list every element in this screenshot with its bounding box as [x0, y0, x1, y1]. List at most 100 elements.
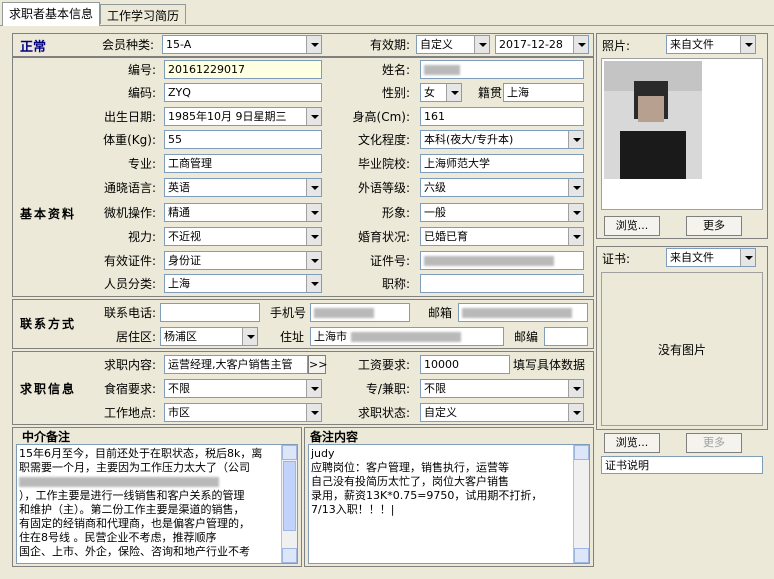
gender-select[interactable]: 女	[420, 83, 462, 102]
location-select[interactable]: 市区	[164, 403, 322, 422]
email-label: 邮箱	[427, 306, 452, 320]
school-field[interactable]: 上海师范大学	[420, 154, 584, 173]
gender-label: 性别:	[381, 86, 410, 100]
appearance-select[interactable]: 一般	[420, 203, 584, 222]
language-select[interactable]: 英语	[164, 178, 322, 197]
certificate-browse-button[interactable]: 浏览...	[604, 433, 660, 453]
language-label: 通晓语言:	[103, 181, 156, 195]
parttime-label: 专/兼职:	[365, 382, 410, 396]
vision-select[interactable]: 不近视	[164, 227, 322, 246]
location-label: 工作地点:	[103, 406, 156, 420]
board-select[interactable]: 不限	[164, 379, 322, 398]
member-select[interactable]: 15-A	[162, 35, 322, 54]
certificate-no-label: 证件号:	[369, 254, 410, 268]
category-select[interactable]: 上海	[164, 274, 322, 293]
agent-note-scrollbar[interactable]	[281, 445, 297, 563]
job-state-select[interactable]: 自定义	[420, 403, 584, 422]
status-label: 正常	[20, 40, 47, 55]
height-label: 身高(Cm):	[352, 110, 410, 124]
tab-label: 工作学习简历	[107, 9, 180, 23]
major-label: 专业:	[127, 157, 156, 171]
certificate-more-button[interactable]: 更多	[686, 433, 742, 453]
certificate-type-label: 有效证件:	[103, 254, 156, 268]
weight-field[interactable]: 55	[164, 130, 322, 149]
scroll-up-icon[interactable]	[574, 445, 589, 460]
note-line: 有固定的经销商和代理商，也是偏客户管理的，	[19, 517, 250, 530]
certificate-no-field[interactable]	[420, 251, 584, 270]
job-content-field[interactable]: 运营经理,大客户销售主管	[164, 355, 308, 374]
remark-line: judy	[311, 447, 335, 460]
job-state-label: 求职状态:	[357, 406, 410, 420]
photo-browse-button[interactable]: 浏览...	[604, 216, 660, 236]
marital-label: 婚育状况:	[357, 230, 410, 244]
scroll-thumb[interactable]	[283, 461, 296, 531]
note-line: 和维护（主）。第二份工作主要是渠道的销售，	[19, 503, 245, 516]
certificate-type-select[interactable]: 身份证	[164, 251, 322, 270]
hometown-field[interactable]: 上海	[503, 83, 584, 102]
remark-line: 自己没有投简历太忙了，岗位大客户销售	[311, 475, 509, 488]
id-field[interactable]: 20161229017	[164, 60, 322, 79]
photo-image	[604, 61, 702, 179]
birth-date-picker[interactable]: 1985年10月 9日星期三	[164, 107, 322, 126]
board-label: 食宿要求:	[103, 382, 156, 396]
certificate-frame: 没有图片	[601, 272, 763, 426]
zip-field[interactable]	[544, 327, 588, 346]
language-level-select[interactable]: 六级	[420, 178, 584, 197]
photo-more-button[interactable]: 更多	[686, 216, 742, 236]
note-line: 住在8号线 。民营企业不考虑，推荐顺序	[19, 531, 217, 544]
scroll-up-icon[interactable]	[282, 445, 297, 460]
birth-label: 出生日期:	[103, 110, 156, 124]
code-label: 编码:	[127, 86, 156, 100]
address-field[interactable]: 上海市	[310, 327, 504, 346]
category-label: 人员分类:	[103, 277, 156, 291]
district-label: 居住区:	[115, 330, 156, 344]
computer-skill-label: 微机操作:	[103, 206, 156, 220]
mobile-field[interactable]	[310, 303, 410, 322]
marital-select[interactable]: 已婚已育	[420, 227, 584, 246]
remark-line: 7/13入职！！！|	[311, 503, 395, 516]
computer-skill-select[interactable]: 精通	[164, 203, 322, 222]
weight-label: 体重(Kg):	[103, 133, 156, 147]
job-title-field[interactable]	[420, 274, 584, 293]
scroll-down-icon[interactable]	[282, 548, 297, 563]
validity-mode-select[interactable]: 自定义	[416, 35, 490, 54]
section-basic-title: 基本资料	[19, 207, 76, 221]
scroll-down-icon[interactable]	[574, 548, 589, 563]
phone-field[interactable]	[160, 303, 260, 322]
job-content-more-button[interactable]: >>	[308, 355, 327, 374]
id-label: 编号:	[127, 63, 156, 77]
tab-work-history[interactable]: 工作学习简历	[100, 4, 187, 24]
remark-textarea[interactable]: judy 应聘岗位：客户管理，销售执行，运营等 自己没有投简历太忙了，岗位大客户…	[308, 444, 590, 564]
note-line: ），工作主要是进行一线销售和客户关系的管理	[19, 489, 245, 502]
address-label: 住址	[279, 330, 304, 344]
photo-source-select[interactable]: 来自文件	[666, 35, 756, 54]
certificate-label: 证书:	[602, 252, 631, 266]
agent-note-textarea[interactable]: 15年6月至今，目前还处于在职状态，税后8k，离 职需要一个月，主要因为工作压力…	[16, 444, 298, 564]
parttime-select[interactable]: 不限	[420, 379, 584, 398]
education-label: 文化程度:	[357, 133, 410, 147]
certificate-caption-field[interactable]: 证书说明	[601, 456, 763, 474]
remark-line: 录用，薪资13K*0.75=9750，试用期不打折，	[311, 489, 543, 502]
name-field[interactable]	[420, 60, 584, 79]
section-job-title: 求职信息	[19, 382, 76, 396]
salary-field[interactable]: 10000	[420, 355, 510, 374]
note-line: 国企、上市、外企，保险、咨询和地产行业不考	[19, 545, 250, 558]
salary-note: 填写具体数据	[513, 358, 586, 372]
code-field[interactable]: ZYQ	[164, 83, 322, 102]
email-field[interactable]	[458, 303, 588, 322]
job-title-label: 职称:	[381, 277, 410, 291]
education-select[interactable]: 本科(夜大/专升本)	[420, 130, 584, 149]
major-field[interactable]: 工商管理	[164, 154, 322, 173]
district-select[interactable]: 杨浦区	[160, 327, 258, 346]
tab-basic-info[interactable]: 求职者基本信息	[2, 2, 101, 26]
section-contact-title: 联系方式	[19, 317, 76, 331]
validity-date-picker[interactable]: 2017-12-28	[495, 35, 589, 54]
appearance-label: 形象:	[381, 206, 410, 220]
certificate-source-select[interactable]: 来自文件	[666, 248, 756, 267]
remark-scrollbar[interactable]	[573, 445, 589, 563]
tab-divider	[0, 25, 774, 26]
note-line: 职需要一个月，主要因为工作压力太大了（公司	[19, 461, 250, 474]
hometown-label: 籍贯	[477, 86, 502, 100]
language-level-label: 外语等级:	[357, 181, 410, 195]
height-field[interactable]: 161	[420, 107, 584, 126]
